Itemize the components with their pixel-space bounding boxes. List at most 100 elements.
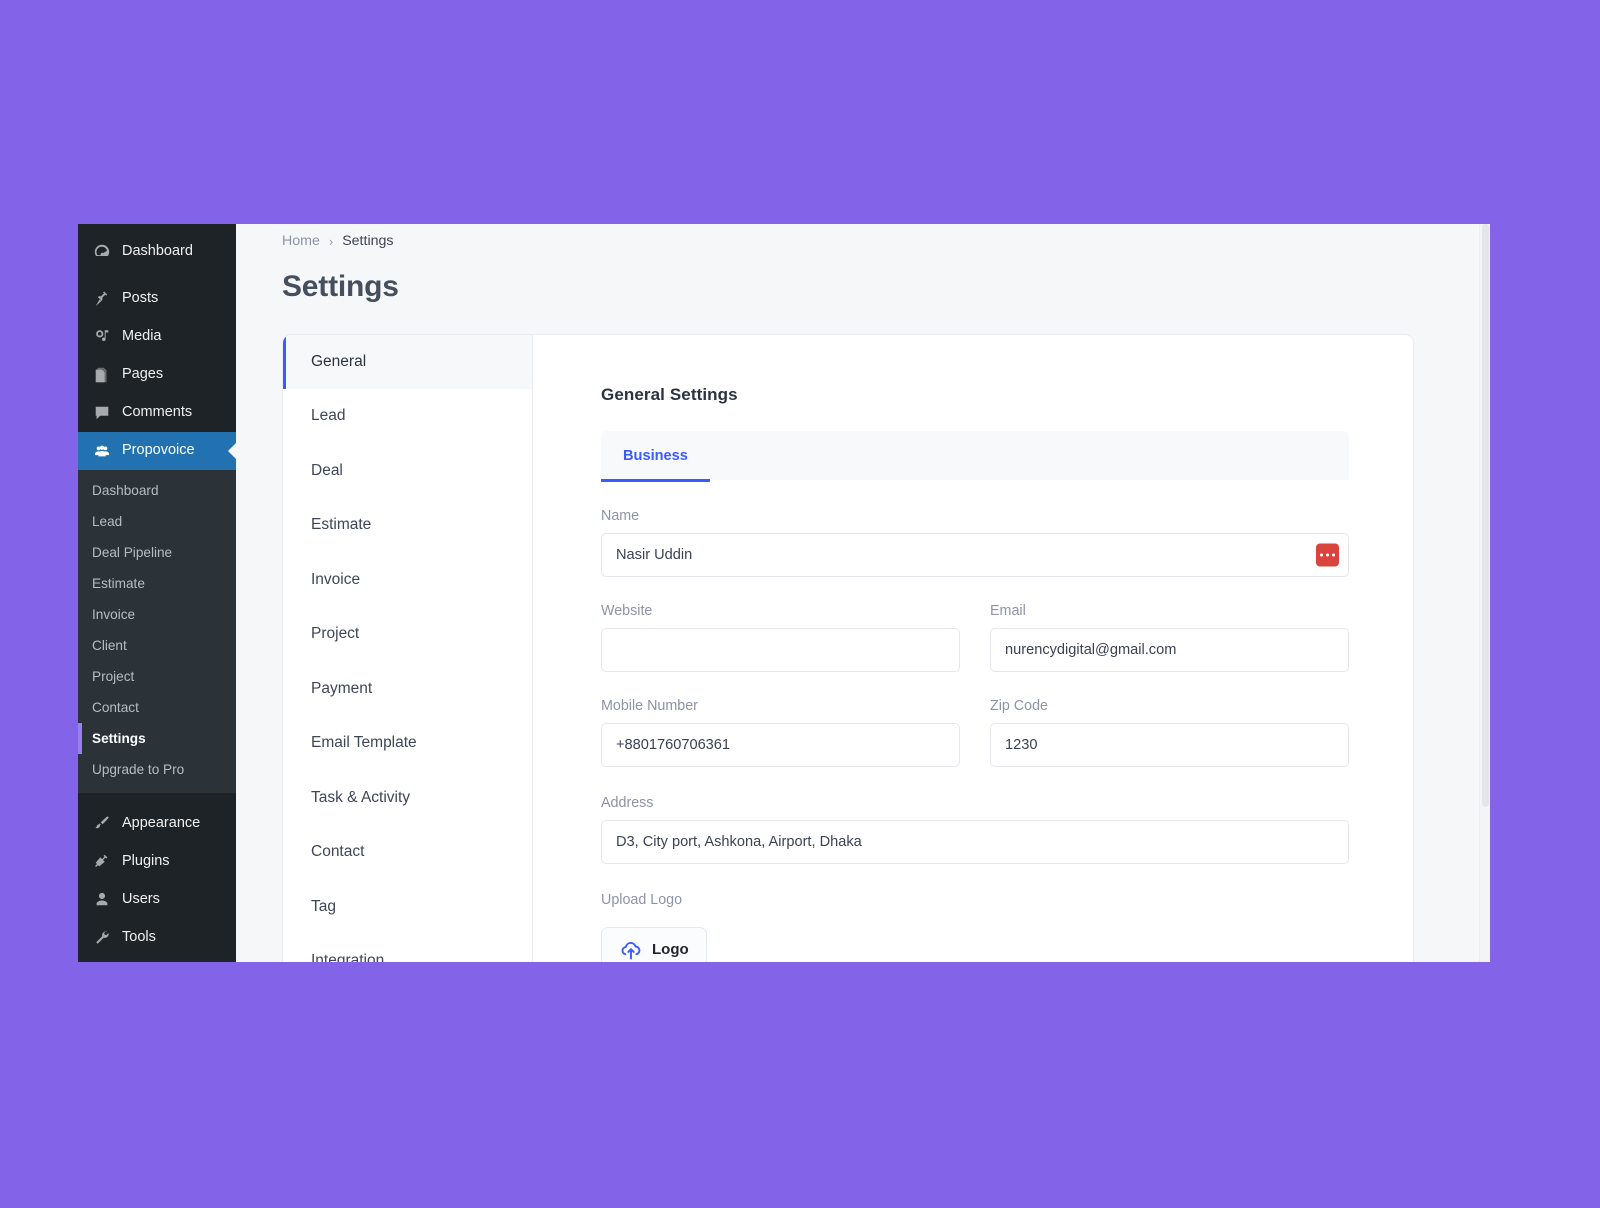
settings-nav-item-project[interactable]: Project xyxy=(283,607,532,661)
submenu-item-project[interactable]: Project xyxy=(78,661,236,692)
sidebar-item-label: Posts xyxy=(122,290,159,307)
sidebar-item-label: Pages xyxy=(122,366,164,383)
zip-code-input[interactable] xyxy=(990,723,1349,767)
plug-icon xyxy=(92,851,112,871)
media-icon xyxy=(92,327,112,347)
field-label-zip-code: Zip Code xyxy=(990,698,1049,714)
form-heading: General Settings xyxy=(601,385,738,404)
field-row-website-email: Website Email xyxy=(601,603,1349,672)
chevron-right-icon: › xyxy=(328,233,334,249)
sidebar-item-plugins[interactable]: Plugins xyxy=(78,842,236,880)
content-scrollbar-track[interactable] xyxy=(1479,224,1490,962)
content-scrollbar-thumb[interactable] xyxy=(1482,224,1489,807)
sidebar-item-comments[interactable]: Comments xyxy=(78,394,236,432)
website-input[interactable] xyxy=(601,628,960,672)
settings-nav-item-lead[interactable]: Lead xyxy=(283,389,532,443)
mobile-number-input[interactable] xyxy=(601,723,960,767)
pin-icon xyxy=(92,289,112,309)
settings-nav-item-integration[interactable]: Integration xyxy=(283,934,532,962)
submenu-item-deal-pipeline[interactable]: Deal Pipeline xyxy=(78,537,236,568)
sidebar-item-posts[interactable]: Posts xyxy=(78,280,236,318)
field-label-name: Name xyxy=(601,508,640,524)
settings-nav-item-deal[interactable]: Deal xyxy=(283,444,532,498)
pages-icon xyxy=(92,365,112,385)
submenu-item-invoice[interactable]: Invoice xyxy=(78,599,236,630)
field-name: Name xyxy=(601,508,1349,577)
sidebar-item-pages[interactable]: Pages xyxy=(78,356,236,394)
sidebar-item-settings[interactable]: Settings xyxy=(78,956,236,962)
submenu-item-dashboard[interactable]: Dashboard xyxy=(78,475,236,506)
dashboard-icon xyxy=(92,242,112,262)
sidebar-item-label: Appearance xyxy=(122,814,201,831)
upload-logo-button[interactable]: Logo xyxy=(601,927,707,962)
sidebar-divider xyxy=(78,793,236,804)
sidebar-item-label: Comments xyxy=(122,404,193,421)
ellipsis-icon[interactable] xyxy=(1316,543,1339,567)
sidebar-item-label: Propovoice xyxy=(122,442,195,459)
settings-nav-item-invoice[interactable]: Invoice xyxy=(283,553,532,607)
field-mobile-number: Mobile Number xyxy=(601,698,960,767)
propovoice-submenu: Dashboard Lead Deal Pipeline Estimate In… xyxy=(78,470,236,794)
settings-nav-item-email-template[interactable]: Email Template xyxy=(283,716,532,770)
settings-nav-item-contact[interactable]: Contact xyxy=(283,825,532,879)
settings-page: Home › Settings Settings General Lead De… xyxy=(236,224,1490,962)
sidebar-item-label: Tools xyxy=(122,928,156,945)
field-row-mobile-zip: Mobile Number Zip Code xyxy=(601,698,1349,767)
field-label-address: Address xyxy=(601,795,654,811)
settings-nav-item-estimate[interactable]: Estimate xyxy=(283,498,532,552)
field-zip-code: Zip Code xyxy=(990,698,1349,767)
sidebar-item-users[interactable]: Users xyxy=(78,880,236,918)
field-label-email: Email xyxy=(990,603,1026,619)
name-input[interactable] xyxy=(601,533,1349,577)
settings-nav-item-payment[interactable]: Payment xyxy=(283,662,532,716)
breadcrumb: Home › Settings xyxy=(282,224,1490,249)
browser-viewport: Dashboard Posts Media Pages Comments Pro… xyxy=(78,224,1490,962)
breadcrumb-current: Settings xyxy=(342,233,394,249)
sidebar-item-label: Plugins xyxy=(122,852,170,869)
field-label-upload-logo: Upload Logo xyxy=(601,892,683,908)
field-label-mobile-number: Mobile Number xyxy=(601,698,698,714)
submenu-item-lead[interactable]: Lead xyxy=(78,506,236,537)
sidebar-item-tools[interactable]: Tools xyxy=(78,918,236,956)
submenu-item-settings[interactable]: Settings xyxy=(78,723,236,755)
submenu-item-contact[interactable]: Contact xyxy=(78,692,236,723)
admin-content-area: Home › Settings Settings General Lead De… xyxy=(236,224,1490,962)
submenu-item-client[interactable]: Client xyxy=(78,630,236,661)
sidebar-item-dashboard[interactable]: Dashboard xyxy=(78,233,236,271)
field-label-website: Website xyxy=(601,603,653,619)
address-input[interactable] xyxy=(601,820,1349,864)
sidebar-item-label: Users xyxy=(122,890,160,907)
breadcrumb-home-link[interactable]: Home xyxy=(282,233,320,249)
form-tabbar: Business xyxy=(601,431,1349,482)
name-input-wrap xyxy=(601,533,1349,577)
sidebar-item-label: Dashboard xyxy=(122,243,193,260)
sidebar-item-propovoice[interactable]: Propovoice xyxy=(78,432,236,470)
tab-business[interactable]: Business xyxy=(601,431,710,482)
submenu-item-estimate[interactable]: Estimate xyxy=(78,568,236,599)
users-group-icon xyxy=(92,441,112,461)
sidebar-primary-group: Dashboard Posts Media Pages Comments xyxy=(78,233,236,432)
sidebar-item-appearance[interactable]: Appearance xyxy=(78,804,236,842)
brush-icon xyxy=(92,813,112,833)
upload-logo-label: Logo xyxy=(652,941,689,958)
settings-panel: General Lead Deal Estimate Invoice Proje… xyxy=(282,334,1414,962)
sidebar-item-media[interactable]: Media xyxy=(78,318,236,356)
wrench-icon xyxy=(92,927,112,947)
field-website: Website xyxy=(601,603,960,672)
sidebar-footer-group: Appearance Plugins Users Tools xyxy=(78,804,236,962)
field-upload-logo: Upload Logo Logo xyxy=(601,892,1349,962)
settings-nav-item-task-activity[interactable]: Task & Activity xyxy=(283,771,532,825)
email-input[interactable] xyxy=(990,628,1349,672)
field-address: Address xyxy=(601,795,1349,864)
settings-nav-item-general[interactable]: General xyxy=(283,335,532,390)
sidebar-top-spacer xyxy=(78,224,236,233)
wordpress-admin-sidebar: Dashboard Posts Media Pages Comments Pro… xyxy=(78,224,236,962)
field-email: Email xyxy=(990,603,1349,672)
sidebar-item-label: Media xyxy=(122,328,162,345)
general-settings-form: General Settings Business Name Nasir Udd… xyxy=(533,335,1413,962)
settings-nav-item-tag[interactable]: Tag xyxy=(283,880,532,934)
comment-icon xyxy=(92,403,112,423)
submenu-item-upgrade-to-pro[interactable]: Upgrade to Pro xyxy=(78,754,236,785)
page-title: Settings xyxy=(282,270,399,303)
